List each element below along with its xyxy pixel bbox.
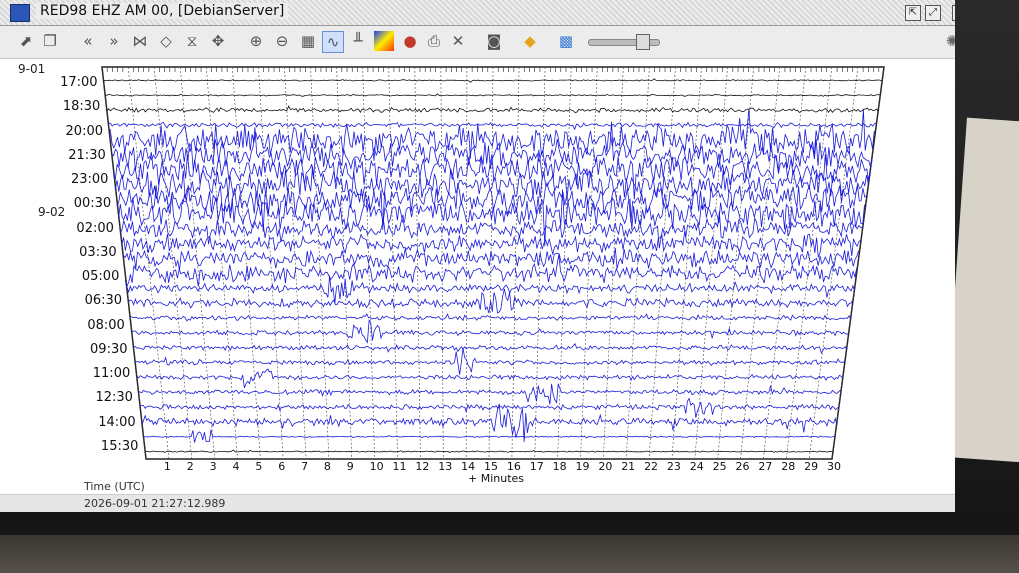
row-time-label: 12:30 bbox=[95, 390, 133, 406]
desk-surface bbox=[0, 535, 1019, 573]
gain-slider-handle[interactable] bbox=[636, 34, 650, 50]
x-tick-label: 13 bbox=[438, 460, 453, 473]
move-icon[interactable]: ✥ bbox=[208, 31, 228, 51]
x-tick-label: 28 bbox=[781, 460, 796, 473]
row-time-label: 03:30 bbox=[79, 244, 117, 260]
rewind-fast-icon[interactable]: « bbox=[78, 31, 98, 51]
map-icon[interactable]: ▩ bbox=[556, 31, 576, 51]
row-time-label: 09:30 bbox=[90, 341, 128, 357]
x-tick-label: 27 bbox=[758, 460, 773, 473]
x-tick-label: 2 bbox=[186, 460, 194, 473]
restore-icon[interactable]: ⇱ bbox=[905, 5, 921, 21]
copy-icon[interactable]: ❐ bbox=[40, 31, 60, 51]
zoom-fit-icon[interactable]: ⧖ bbox=[182, 31, 202, 51]
export-icon[interactable]: ⬈ bbox=[16, 31, 36, 51]
x-tick-label: 22 bbox=[644, 460, 659, 473]
toolbar: ⬈ ❐ « » ⋈ ◇ ⧖ ✥ ⊕ ⊖ ▦ ∿ ╨ ● ⎙ ✕ ◙ ◆ ▩ ✺ bbox=[0, 26, 955, 59]
row-time-label: 14:00 bbox=[98, 414, 136, 430]
filter-icon[interactable]: ● bbox=[400, 31, 420, 51]
expand-icon[interactable]: ◇ bbox=[156, 31, 176, 51]
row-time-label: 05:00 bbox=[81, 269, 120, 284]
waveform-icon[interactable]: ∿ bbox=[322, 31, 344, 53]
cursor-timestamp: 2026-09-01 21:27:12.989 bbox=[84, 497, 226, 510]
y-axis-title: Time (UTC) bbox=[84, 480, 145, 493]
status-bar: 2026-09-01 21:27:12.989 bbox=[0, 494, 955, 512]
x-tick-label: 20 bbox=[598, 460, 613, 473]
x-tick-label: 19 bbox=[575, 460, 590, 473]
x-tick-label: 24 bbox=[689, 460, 704, 473]
x-tick-label: 25 bbox=[712, 460, 727, 473]
x-axis-label: + Minutes bbox=[468, 472, 525, 485]
spectrogram-icon[interactable] bbox=[374, 31, 394, 51]
row-time-label: 20:00 bbox=[65, 123, 103, 139]
x-tick-label: 3 bbox=[209, 460, 217, 473]
table-icon[interactable]: ▦ bbox=[298, 31, 318, 51]
spectrum-icon[interactable]: ╨ bbox=[348, 31, 368, 51]
x-tick-label: 1 bbox=[163, 460, 171, 473]
x-tick-label: 17 bbox=[529, 460, 544, 473]
collapse-icon[interactable]: ⋈ bbox=[130, 31, 150, 51]
x-tick-label: 12 bbox=[415, 460, 430, 473]
row-time-label: 00:30 bbox=[73, 196, 112, 212]
row-time-label: 06:30 bbox=[84, 293, 123, 309]
x-tick-label: 9 bbox=[346, 460, 354, 473]
date-label-day1: 9-01 bbox=[18, 62, 46, 76]
x-tick-label: 29 bbox=[804, 460, 819, 473]
print-icon[interactable]: ⎙ bbox=[424, 31, 444, 51]
maximize-icon[interactable]: ⤢ bbox=[925, 5, 941, 21]
x-tick-label: 4 bbox=[232, 460, 240, 473]
busy-spinner-icon: ✺ bbox=[945, 32, 955, 50]
x-tick-label: 23 bbox=[666, 460, 681, 473]
forward-fast-icon[interactable]: » bbox=[104, 31, 124, 51]
x-tick-label: 10 bbox=[369, 460, 384, 473]
row-time-label: 08:00 bbox=[87, 317, 125, 333]
close-icon[interactable]: ✕ bbox=[448, 31, 468, 51]
camera-icon[interactable]: ◙ bbox=[484, 31, 504, 51]
close-window-icon[interactable]: ✕ bbox=[952, 5, 955, 21]
x-tick-label: 7 bbox=[301, 460, 309, 473]
helicorder-panel: 9-01 9-02 17:00 18:30 20:00 21:30 23:00 00:30… bbox=[0, 59, 955, 512]
zoom-out-icon[interactable]: ⊖ bbox=[272, 31, 292, 51]
title-bar[interactable]: RED98 EHZ AM 00, [DebianServer] ⇱ ⤢ ✕ bbox=[0, 0, 955, 26]
row-time-label: 21:30 bbox=[68, 147, 106, 163]
x-tick-label: 5 bbox=[255, 460, 263, 473]
application-window: RED98 EHZ AM 00, [DebianServer] ⇱ ⤢ ✕ ⬈ … bbox=[0, 0, 955, 512]
row-time-label: 02:00 bbox=[76, 220, 114, 236]
x-tick-label: 26 bbox=[735, 460, 750, 473]
zoom-in-icon[interactable]: ⊕ bbox=[246, 31, 266, 51]
row-time-label: 15:30 bbox=[100, 438, 139, 454]
app-icon bbox=[10, 4, 30, 22]
tag-icon[interactable]: ◆ bbox=[520, 31, 540, 51]
window-title: RED98 EHZ AM 00, [DebianServer] bbox=[36, 3, 289, 19]
helicorder-plot[interactable] bbox=[0, 59, 955, 512]
row-time-label: 18:30 bbox=[62, 99, 101, 115]
x-tick-label: 6 bbox=[278, 460, 286, 473]
row-time-label: 17:00 bbox=[60, 75, 98, 90]
x-tick-label: 21 bbox=[621, 460, 636, 473]
row-time-label: 23:00 bbox=[70, 172, 109, 187]
row-time-label: 11:00 bbox=[92, 366, 131, 381]
x-tick-label: 30 bbox=[827, 460, 841, 473]
x-tick-label: 11 bbox=[392, 460, 407, 473]
x-tick-label: 8 bbox=[323, 460, 331, 473]
x-tick-label: 18 bbox=[552, 460, 567, 473]
